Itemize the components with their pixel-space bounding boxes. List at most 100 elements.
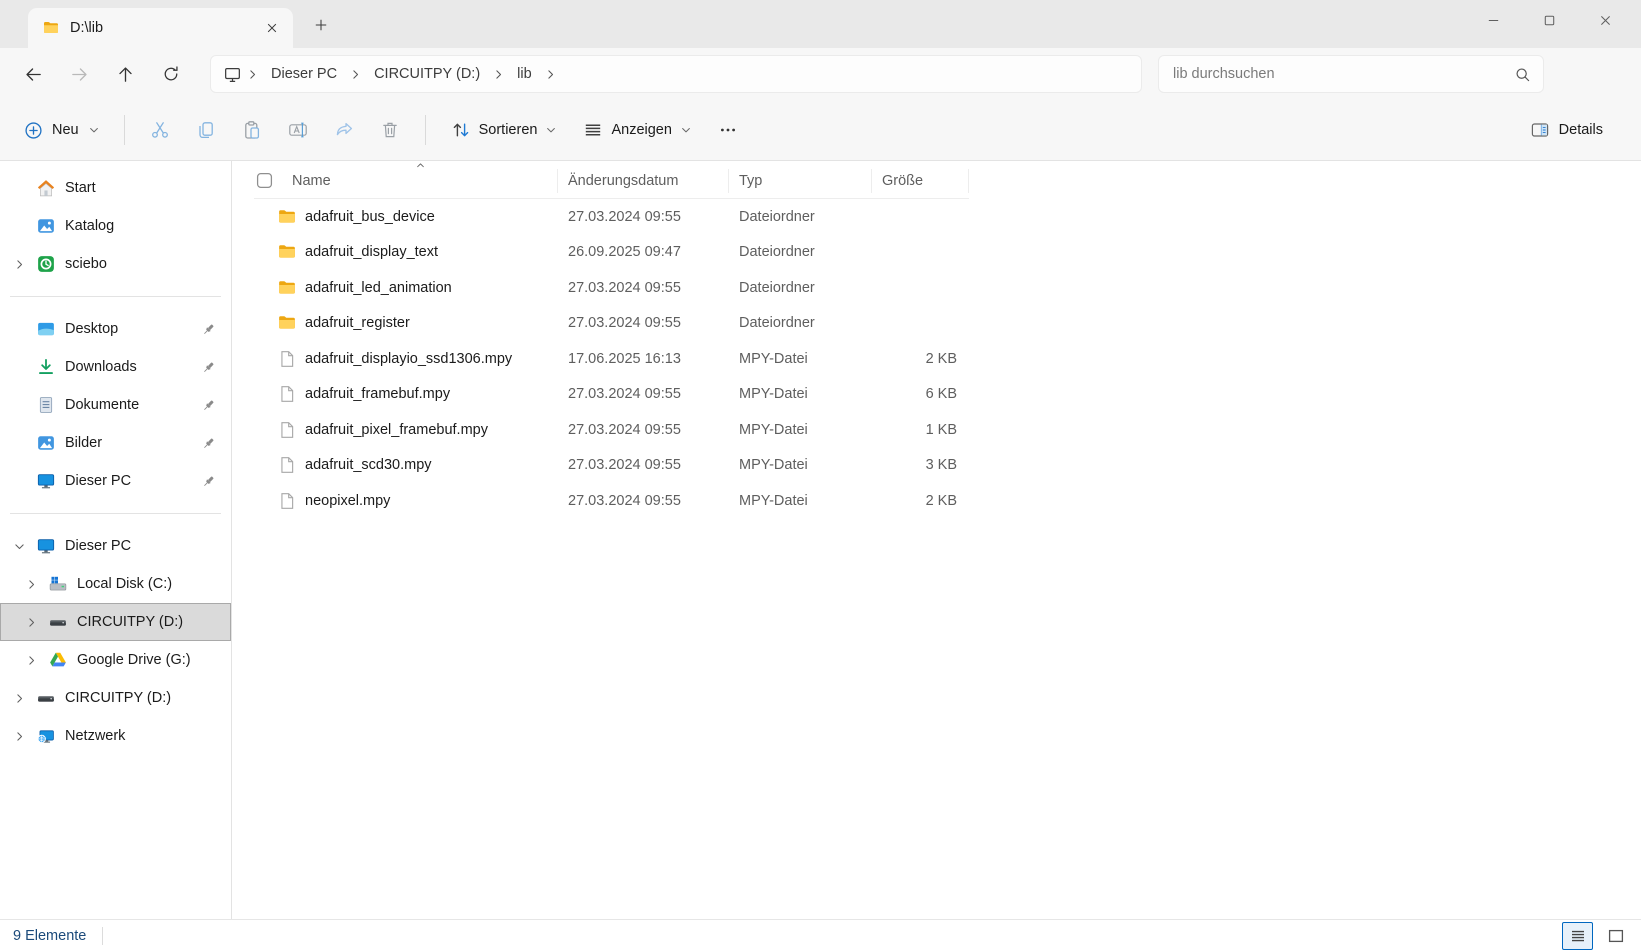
pictures-icon [37,434,55,452]
delete-button[interactable] [367,110,413,150]
details-pane-button[interactable]: Details [1516,110,1617,150]
tree-item-label: Local Disk (C:) [77,576,172,592]
column-header-size[interactable]: Größe [872,169,969,193]
breadcrumb-lib[interactable]: lib [509,62,540,86]
view-menu-button[interactable]: Anzeigen [570,110,704,150]
tree-item-circuitpy-d[interactable]: CIRCUITPY (D:) [0,679,231,717]
sidebar-item-start[interactable]: Start [0,169,231,207]
details-panel-icon [1530,120,1550,140]
back-button[interactable] [10,56,56,92]
expand-chevron[interactable] [13,578,49,591]
address-bar[interactable]: Dieser PC CIRCUITPY (D:) lib [210,55,1142,93]
copy-button[interactable] [183,110,229,150]
view-thumbnail-toggle[interactable] [1600,922,1631,950]
paste-button[interactable] [229,110,275,150]
tab-close-button[interactable] [259,15,285,41]
tree-item-netzwerk[interactable]: Netzwerk [0,717,231,755]
plus-circle-icon [24,121,43,140]
sidebar-divider [10,296,221,297]
expand-chevron[interactable] [1,692,37,705]
column-header-date[interactable]: Änderungsdatum [558,169,729,193]
sort-menu-button[interactable]: Sortieren [438,110,571,150]
expand-chevron[interactable] [1,730,37,743]
sidebar-item-desktop[interactable]: Desktop [0,310,231,348]
tree-item-circuitpy-d-selected[interactable]: CIRCUITPY (D:) [0,603,231,641]
breadcrumb-dieser-pc[interactable]: Dieser PC [263,62,345,86]
file-type: MPY-Datei [729,422,872,438]
maximize-button[interactable] [1521,0,1577,40]
file-row[interactable]: adafruit_pixel_framebuf.mpy 27.03.2024 0… [254,412,969,448]
file-size: 2 KB [872,351,969,367]
tree-item-label: Netzwerk [65,728,125,744]
sidebar-item-dokumente[interactable]: Dokumente [0,386,231,424]
file-row[interactable]: adafruit_register 27.03.2024 09:55 Datei… [254,306,969,342]
sidebar-item-downloads[interactable]: Downloads [0,348,231,386]
pin-icon [201,322,216,337]
file-name: adafruit_displayio_ssd1306.mpy [305,351,512,367]
file-row[interactable]: adafruit_bus_device 27.03.2024 09:55 Dat… [254,199,969,235]
expand-chevron[interactable] [13,654,49,667]
collapse-chevron[interactable] [1,540,37,553]
tree-item-label: CIRCUITPY (D:) [77,614,183,630]
search-input[interactable] [1171,65,1506,83]
forward-button[interactable] [56,56,102,92]
file-row[interactable]: neopixel.mpy 27.03.2024 09:55 MPY-Datei … [254,483,969,519]
up-button[interactable] [102,56,148,92]
file-date: 27.03.2024 09:55 [558,209,729,225]
checkbox-icon [256,172,273,189]
tab-title: D:\lib [70,20,248,36]
tree-item-label: Google Drive (G:) [77,652,191,668]
file-date: 27.03.2024 09:55 [558,280,729,296]
sidebar-divider [10,513,221,514]
chevron-right-icon [492,68,505,81]
chevron-right-icon [544,68,557,81]
close-button[interactable] [1577,0,1633,40]
file-row[interactable]: adafruit_led_animation 27.03.2024 09:55 … [254,270,969,306]
main-area: Start Katalog sciebo Desktop [0,161,1641,919]
cut-button[interactable] [137,110,183,150]
file-date: 27.03.2024 09:55 [558,422,729,438]
pin-icon [201,398,216,413]
column-header-type[interactable]: Typ [729,169,872,193]
file-row[interactable]: adafruit_scd30.mpy 27.03.2024 09:55 MPY-… [254,448,969,484]
new-tab-button[interactable] [306,14,336,36]
gallery-icon [37,217,55,235]
chevron-right-icon [25,616,38,629]
file-name: adafruit_led_animation [305,280,452,296]
file-row[interactable]: adafruit_displayio_ssd1306.mpy 17.06.202… [254,341,969,377]
chevron-down-icon [13,540,26,553]
sidebar-item-bilder[interactable]: Bilder [0,424,231,462]
more-options-button[interactable] [705,110,751,150]
minimize-button[interactable] [1465,0,1521,40]
sort-icon [451,120,471,140]
maximize-icon [1542,13,1557,28]
file-row[interactable]: adafruit_framebuf.mpy 27.03.2024 09:55 M… [254,377,969,413]
view-list-toggle[interactable] [1562,922,1593,950]
share-icon [334,120,354,140]
file-row[interactable]: adafruit_display_text 26.09.2025 09:47 D… [254,235,969,271]
sort-menu-label: Sortieren [479,122,538,138]
tree-item-google-drive-g[interactable]: Google Drive (G:) [0,641,231,679]
file-name: adafruit_register [305,315,410,331]
rename-button[interactable] [275,110,321,150]
column-header-name[interactable]: Name [278,169,558,193]
share-button[interactable] [321,110,367,150]
breadcrumb-circuitpy[interactable]: CIRCUITPY (D:) [366,62,488,86]
close-icon [265,21,279,35]
status-bar: 9 Elemente [0,919,1641,952]
view-menu-label: Anzeigen [611,122,671,138]
tree-item-local-disk-c[interactable]: Local Disk (C:) [0,565,231,603]
expand-chevron[interactable] [1,258,37,271]
sidebar-item-dieser-pc-pinned[interactable]: Dieser PC [0,462,231,500]
refresh-button[interactable] [148,56,194,92]
tab-dlib[interactable]: D:\lib [28,8,293,48]
expand-chevron[interactable] [13,616,49,629]
new-button[interactable]: Neu [12,110,112,150]
sidebar-item-katalog[interactable]: Katalog [0,207,231,245]
view-toggles [1562,922,1631,950]
cut-icon [150,120,170,140]
tree-item-dieser-pc[interactable]: Dieser PC [0,527,231,565]
view-thumbnail-icon [1606,926,1626,946]
sidebar-item-sciebo[interactable]: sciebo [0,245,231,283]
select-all-checkbox[interactable] [254,169,278,193]
